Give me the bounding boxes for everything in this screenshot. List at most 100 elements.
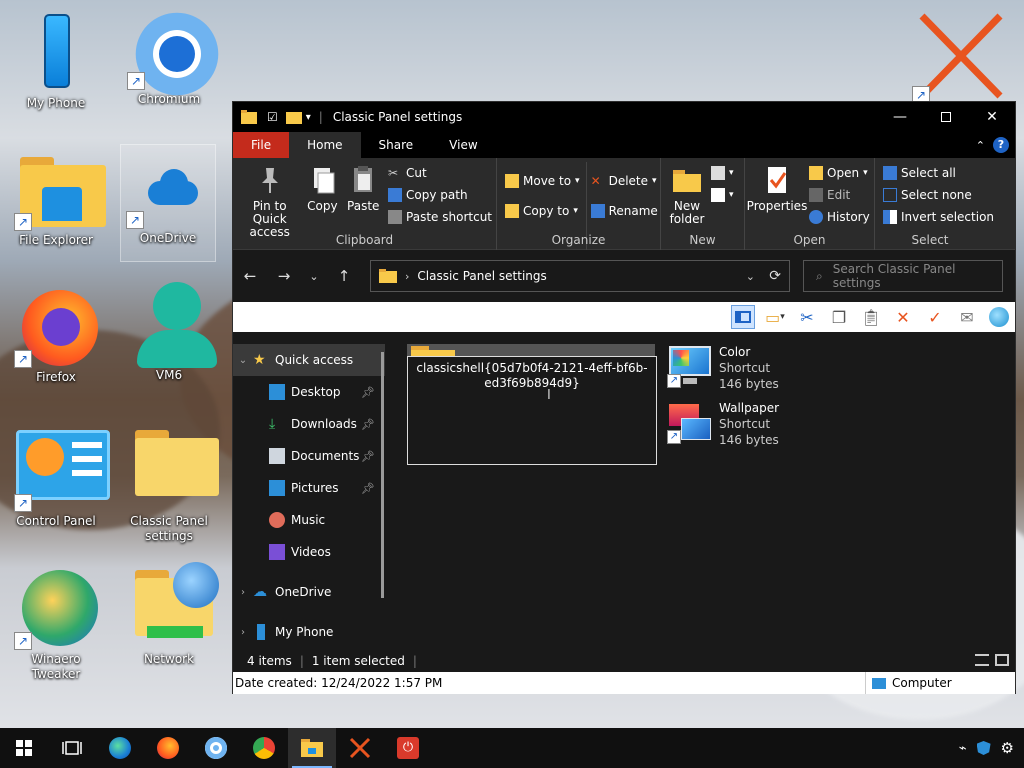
rename-button[interactable]: Rename [590, 202, 658, 220]
tab-view[interactable]: View [431, 132, 495, 158]
tab-file[interactable]: File [233, 132, 290, 158]
desktop-icon-network[interactable]: Network [119, 562, 219, 667]
move-to-button[interactable]: Move to ▾ [505, 172, 580, 190]
select-none-button[interactable]: Select none [883, 186, 994, 204]
open-button[interactable]: Open ▾ [809, 164, 870, 182]
delete-button[interactable]: ✕ Delete ▾ [591, 172, 658, 190]
maximize-button[interactable] [923, 102, 969, 132]
folder-icon [241, 110, 257, 124]
taskbar-chromium-button[interactable] [192, 728, 240, 768]
navigation-scrollbar[interactable] [381, 352, 384, 598]
select-all-button[interactable]: Select all [883, 164, 994, 182]
history-button[interactable]: History [809, 208, 870, 226]
rename-input[interactable]: classicshell{05d7b0f4-2121-4eff-bf6b-ed3… [407, 356, 657, 465]
open-label: Open [827, 166, 860, 180]
navigation-pane-toggle[interactable] [731, 305, 755, 329]
easy-access-button[interactable]: ▾ [711, 186, 734, 204]
chevron-down-icon[interactable]: ⌄ [233, 355, 253, 366]
minimize-button[interactable]: — [877, 102, 923, 132]
desktop-icon-my-phone[interactable]: My Phone [6, 10, 106, 111]
new-item-button[interactable]: ▾ [711, 164, 734, 182]
desktop-icon-vm6[interactable]: VM6 [119, 282, 219, 383]
taskbar-firefox-button[interactable] [144, 728, 192, 768]
nav-item-onedrive[interactable]: › ☁ OneDrive [233, 576, 385, 608]
paste-toolbar-button[interactable]: 📋︎ [859, 305, 883, 329]
desktop-icon-chromium[interactable]: ↗ Chromium [119, 6, 219, 107]
taskbar-chrome-button[interactable] [240, 728, 288, 768]
desktop-icon-firefox[interactable]: ↗ Firefox [6, 284, 106, 385]
search-input[interactable]: ⌕ Search Classic Panel settings [803, 260, 1003, 292]
chevron-down-icon[interactable]: ▾ [306, 112, 311, 123]
close-button[interactable]: ✕ [969, 102, 1015, 132]
file-item-color[interactable]: ↗ Color Shortcut 146 bytes [667, 344, 779, 392]
copy-toolbar-button[interactable]: ❐ [827, 305, 851, 329]
taskbar-file-explorer-button[interactable] [288, 728, 336, 768]
desktop-icon-close-app[interactable]: ↗ [912, 8, 1008, 104]
recent-locations-button[interactable]: ⌄ [301, 270, 327, 283]
properties-toolbar-button[interactable]: ✓ [923, 305, 947, 329]
tab-home[interactable]: Home [289, 132, 361, 158]
cut-toolbar-button[interactable]: ✂ [795, 305, 819, 329]
help-icon[interactable]: ? [993, 137, 1009, 153]
email-toolbar-button[interactable]: ✉ [955, 305, 979, 329]
location-label: Computer [892, 676, 952, 690]
invert-selection-button[interactable]: Invert selection [883, 208, 994, 226]
task-view-button[interactable] [48, 728, 96, 768]
nav-item-pictures[interactable]: Pictures 📌︎ [233, 472, 385, 504]
nav-item-videos[interactable]: Videos [233, 536, 385, 568]
checkbox-icon[interactable]: ☑ [267, 110, 278, 124]
paste-shortcut-button[interactable]: Paste shortcut [388, 208, 492, 226]
window-title: Classic Panel settings [332, 110, 463, 124]
network-disconnected-icon[interactable]: ⌁ [959, 741, 967, 756]
up-button[interactable]: ↑ [327, 267, 361, 285]
cut-button[interactable]: ✂ Cut [388, 164, 492, 182]
desktop-icon-control-panel[interactable]: ↗ Control Panel [6, 428, 110, 529]
settings-gear-icon[interactable]: ⚙ [1001, 739, 1014, 757]
address-bar[interactable]: › Classic Panel settings ⌄ ⟳ [370, 260, 790, 292]
chevron-down-icon[interactable]: ⌄ [746, 270, 755, 283]
taskbar-x-app-button[interactable] [336, 728, 384, 768]
forward-button[interactable]: → [267, 267, 301, 285]
copy-path-button[interactable]: Copy path [388, 186, 492, 204]
desktop-icon-classic-panel-settings[interactable]: Classic Panel settings [119, 428, 219, 544]
large-icons-view-button[interactable] [995, 653, 1009, 669]
nav-item-music[interactable]: Music [233, 504, 385, 536]
desktop-icon-label: File Explorer [19, 233, 93, 247]
desktop-icon-winaero-tweaker[interactable]: ↗ Winaero Tweaker [6, 566, 106, 682]
back-button[interactable]: ← [233, 267, 267, 285]
desktop-icon-label: My Phone [26, 96, 86, 110]
firefox-icon: ↗ [14, 284, 98, 368]
edit-button[interactable]: Edit [809, 186, 870, 204]
folder-icon[interactable] [285, 110, 302, 124]
nav-item-desktop[interactable]: Desktop 📌︎ [233, 376, 385, 408]
taskbar-edge-button[interactable] [96, 728, 144, 768]
navigation-pane: ⌄ ★ Quick access Desktop 📌︎ ⤓ Downloads … [233, 338, 385, 658]
control-panel-icon: ↗ [14, 428, 110, 512]
shell-icon [989, 307, 1009, 327]
desktop-icon-onedrive[interactable]: ↗ OneDrive [120, 144, 216, 262]
chevron-right-icon[interactable]: › [233, 627, 253, 638]
scissors-icon: ✂ [800, 307, 814, 327]
security-icon[interactable] [976, 741, 991, 755]
desktop-icon-file-explorer[interactable]: ↗ File Explorer [6, 147, 106, 248]
ribbon-collapse-icon[interactable]: ⌃ [976, 139, 985, 152]
taskbar-power-app-button[interactable]: ⏻ [384, 728, 432, 768]
refresh-icon[interactable]: ⟳ [769, 268, 781, 284]
details-view-button[interactable] [975, 653, 989, 669]
tab-share[interactable]: Share [361, 132, 432, 158]
nav-item-quick-access[interactable]: ⌄ ★ Quick access [233, 344, 385, 376]
task-view-icon [62, 741, 82, 755]
classic-shell-button[interactable] [987, 305, 1011, 329]
nav-item-my-phone[interactable]: › My Phone [233, 616, 385, 648]
nav-item-downloads[interactable]: ⤓ Downloads 📌︎ [233, 408, 385, 440]
start-button[interactable] [0, 728, 48, 768]
select-mode-button[interactable]: ▭ ▾ [763, 305, 787, 329]
nav-item-documents[interactable]: Documents 📌︎ [233, 440, 385, 472]
file-item-wallpaper[interactable]: ↗ Wallpaper Shortcut 146 bytes [667, 400, 779, 448]
file-name: Color [719, 345, 751, 359]
copy-to-button[interactable]: Copy to ▾ [505, 202, 580, 220]
delete-toolbar-button[interactable]: ✕ [891, 305, 915, 329]
select-all-label: Select all [901, 166, 956, 180]
chevron-right-icon[interactable]: › [233, 587, 253, 598]
history-icon [809, 210, 823, 224]
